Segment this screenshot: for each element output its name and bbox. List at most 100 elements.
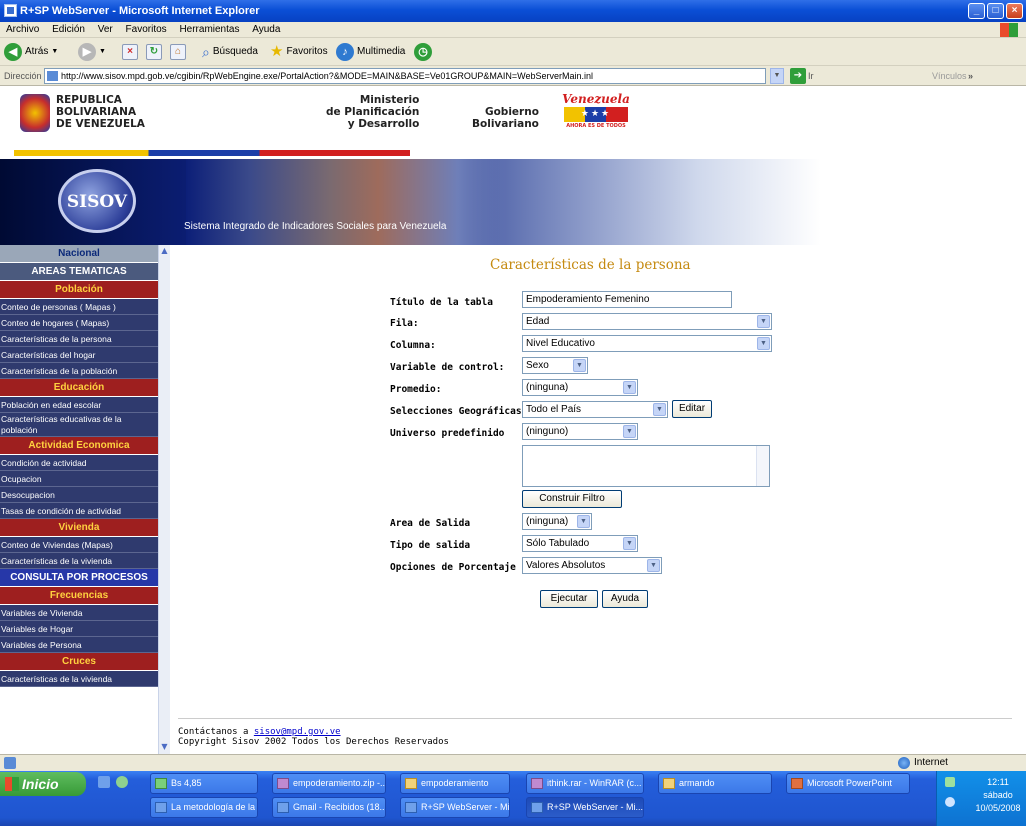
address-dropdown[interactable]: ▼ [770,68,784,84]
search-button[interactable]: ⌕ Búsqueda [202,42,258,62]
opciones-porcentaje-select[interactable]: Valores Absolutos ▼ [522,557,662,574]
go-arrow-icon[interactable]: ➔ [790,68,806,84]
back-button[interactable]: ◀ Atrás ▼ [4,42,58,62]
refresh-button[interactable]: ↻ [146,42,162,62]
area-salida-select[interactable]: (ninguna) ▼ [522,513,592,530]
columna-select[interactable]: Nivel Educativo ▼ [522,335,772,352]
venezuela-logo: Venezuela ★★★ AHORA ES DE TODOS [562,92,630,129]
sidebar-item[interactable]: Desocupacion [0,487,158,503]
taskbar-item[interactable]: empoderamiento.zip -... [272,773,386,794]
security-zone: Internet [914,757,948,768]
dropdown-arrow-icon: ▼ [757,315,770,328]
universo-select[interactable]: (ninguno) ▼ [522,423,638,440]
sidebar-item[interactable]: Condición de actividad [0,455,158,471]
sidebar-item[interactable]: Características de la vivienda [0,553,158,569]
quicklaunch-icon[interactable] [116,776,128,788]
ayuda-button[interactable]: Ayuda [602,590,648,608]
editar-button[interactable]: Editar [672,400,712,418]
go-label[interactable]: Ir [808,66,814,86]
filter-textarea[interactable] [522,445,770,487]
sidebar-item[interactable]: Variables de Persona [0,637,158,653]
multimedia-button[interactable]: ♪ Multimedia [336,42,405,62]
sidebar-category-educacion: Educación [0,379,158,397]
flag-stripe [14,150,410,156]
start-button[interactable]: Inicio [0,772,86,796]
title-bar[interactable]: R+SP WebServer - Microsoft Internet Expl… [0,0,1026,22]
sidebar-scrollbar[interactable]: ▲ ▼ [158,245,170,754]
history-button[interactable]: ◷ [414,42,432,62]
promedio-select[interactable]: (ninguna) ▼ [522,379,638,396]
fila-select[interactable]: Edad ▼ [522,313,772,330]
geografica-select[interactable]: Todo el País ▼ [522,401,668,418]
sidebar-item[interactable]: Características de la vivienda [0,671,158,687]
scroll-up-icon[interactable]: ▲ [159,245,170,256]
menu-ver[interactable]: Ver [98,24,113,35]
sidebar-nacional[interactable]: Nacional [0,245,158,263]
sidebar-item[interactable]: Características de la población [0,363,158,379]
menu-edicion[interactable]: Edición [52,24,85,35]
quicklaunch-icon[interactable] [98,776,110,788]
scroll-down-icon[interactable]: ▼ [159,741,170,752]
tipo-salida-select[interactable]: Sólo Tabulado ▼ [522,535,638,552]
windows-logo-icon [5,777,19,791]
maximize-button[interactable]: □ [987,3,1004,19]
sisov-banner: SISOV Sistema Integrado de Indicadores S… [0,159,1026,245]
construir-filtro-button[interactable]: Construir Filtro [522,490,622,508]
favorites-button[interactable]: ★ Favoritos [270,42,328,62]
sidebar-item[interactable]: Conteo de hogares ( Mapas) [0,315,158,331]
volume-icon[interactable] [945,797,955,807]
taskbar-item[interactable]: Bs 4,85 [150,773,258,794]
label-tipo-salida: Tipo de salida [390,540,471,551]
taskbar-item[interactable]: Microsoft PowerPoint [786,773,910,794]
sidebar-item[interactable]: Tasas de condición de actividad [0,503,158,519]
menu-ayuda[interactable]: Ayuda [252,24,280,35]
forward-button[interactable]: ▶ ▼ [78,42,106,62]
sidebar-item[interactable]: Conteo de Viviendas (Mapas) [0,537,158,553]
sidebar-item[interactable]: Variables de Vivienda [0,605,158,621]
toolbar: ◀ Atrás ▼ ▶ ▼ × ↻ ⌂ ⌕ Búsqueda ★ Favorit… [0,38,1026,66]
sidebar-item[interactable]: Características educativas de la poblaci… [0,413,158,437]
label-columna: Columna: [390,340,436,351]
stop-button[interactable]: × [122,42,138,62]
minimize-button[interactable]: _ [968,3,985,19]
home-button[interactable]: ⌂ [170,42,186,62]
sidebar-item[interactable]: Conteo de personas ( Mapas ) [0,299,158,315]
network-icon[interactable] [945,777,955,787]
taskbar-item-active[interactable]: R+SP WebServer - Mi... [526,797,644,818]
sidebar-item[interactable]: Variables de Hogar [0,621,158,637]
links-label[interactable]: Vínculos [932,66,967,86]
links-more[interactable]: » [968,66,973,86]
titulo-input[interactable]: Empoderamiento Femenino [522,291,732,308]
address-input[interactable]: http://www.sisov.mpd.gob.ve/cgibin/RpWeb… [44,68,766,84]
taskbar-item[interactable]: armando [658,773,772,794]
menu-herramientas[interactable]: Herramientas [179,24,239,35]
close-button[interactable]: × [1006,3,1023,19]
variable-control-select[interactable]: Sexo ▼ [522,357,588,374]
menu-archivo[interactable]: Archivo [6,24,39,35]
taskbar-item[interactable]: Gmail - Recibidos (18... [272,797,386,818]
ejecutar-button[interactable]: Ejecutar [540,590,598,608]
sidebar-areas-tematicas: AREAS TEMATICAS [0,263,158,281]
banner-subtitle: Sistema Integrado de Indicadores Sociale… [184,221,447,232]
page-content: REPUBLICA BOLIVARIANA DE VENEZUELA Minis… [0,86,1026,754]
contact-email-link[interactable]: sisov@mpd.gov.ve [254,727,341,737]
coat-of-arms-icon [20,94,50,132]
taskbar-item[interactable]: empoderamiento [400,773,510,794]
clock-time[interactable]: 12:11 [971,777,1025,787]
back-label: Atrás [25,46,49,57]
multimedia-icon: ♪ [336,43,354,61]
sidebar-item[interactable]: Características del hogar [0,347,158,363]
sidebar-item[interactable]: Población en edad escolar [0,397,158,413]
sidebar-item[interactable]: Ocupacion [0,471,158,487]
refresh-icon: ↻ [146,44,162,60]
taskbar-item[interactable]: R+SP WebServer - Mi... [400,797,510,818]
page-icon [47,71,58,81]
taskbar-item[interactable]: La metodología de la ... [150,797,258,818]
browser-window: R+SP WebServer - Microsoft Internet Expl… [0,0,1026,826]
form-title: Características de la persona [490,257,691,273]
label-opciones-porcentaje: Opciones de Porcentaje [390,562,516,573]
menu-favoritos[interactable]: Favoritos [126,24,167,35]
taskbar-item[interactable]: ithink.rar - WinRAR (c... [526,773,644,794]
label-selecciones-geograficas: Selecciones Geográficas [390,406,522,417]
sidebar-item[interactable]: Características de la persona [0,331,158,347]
